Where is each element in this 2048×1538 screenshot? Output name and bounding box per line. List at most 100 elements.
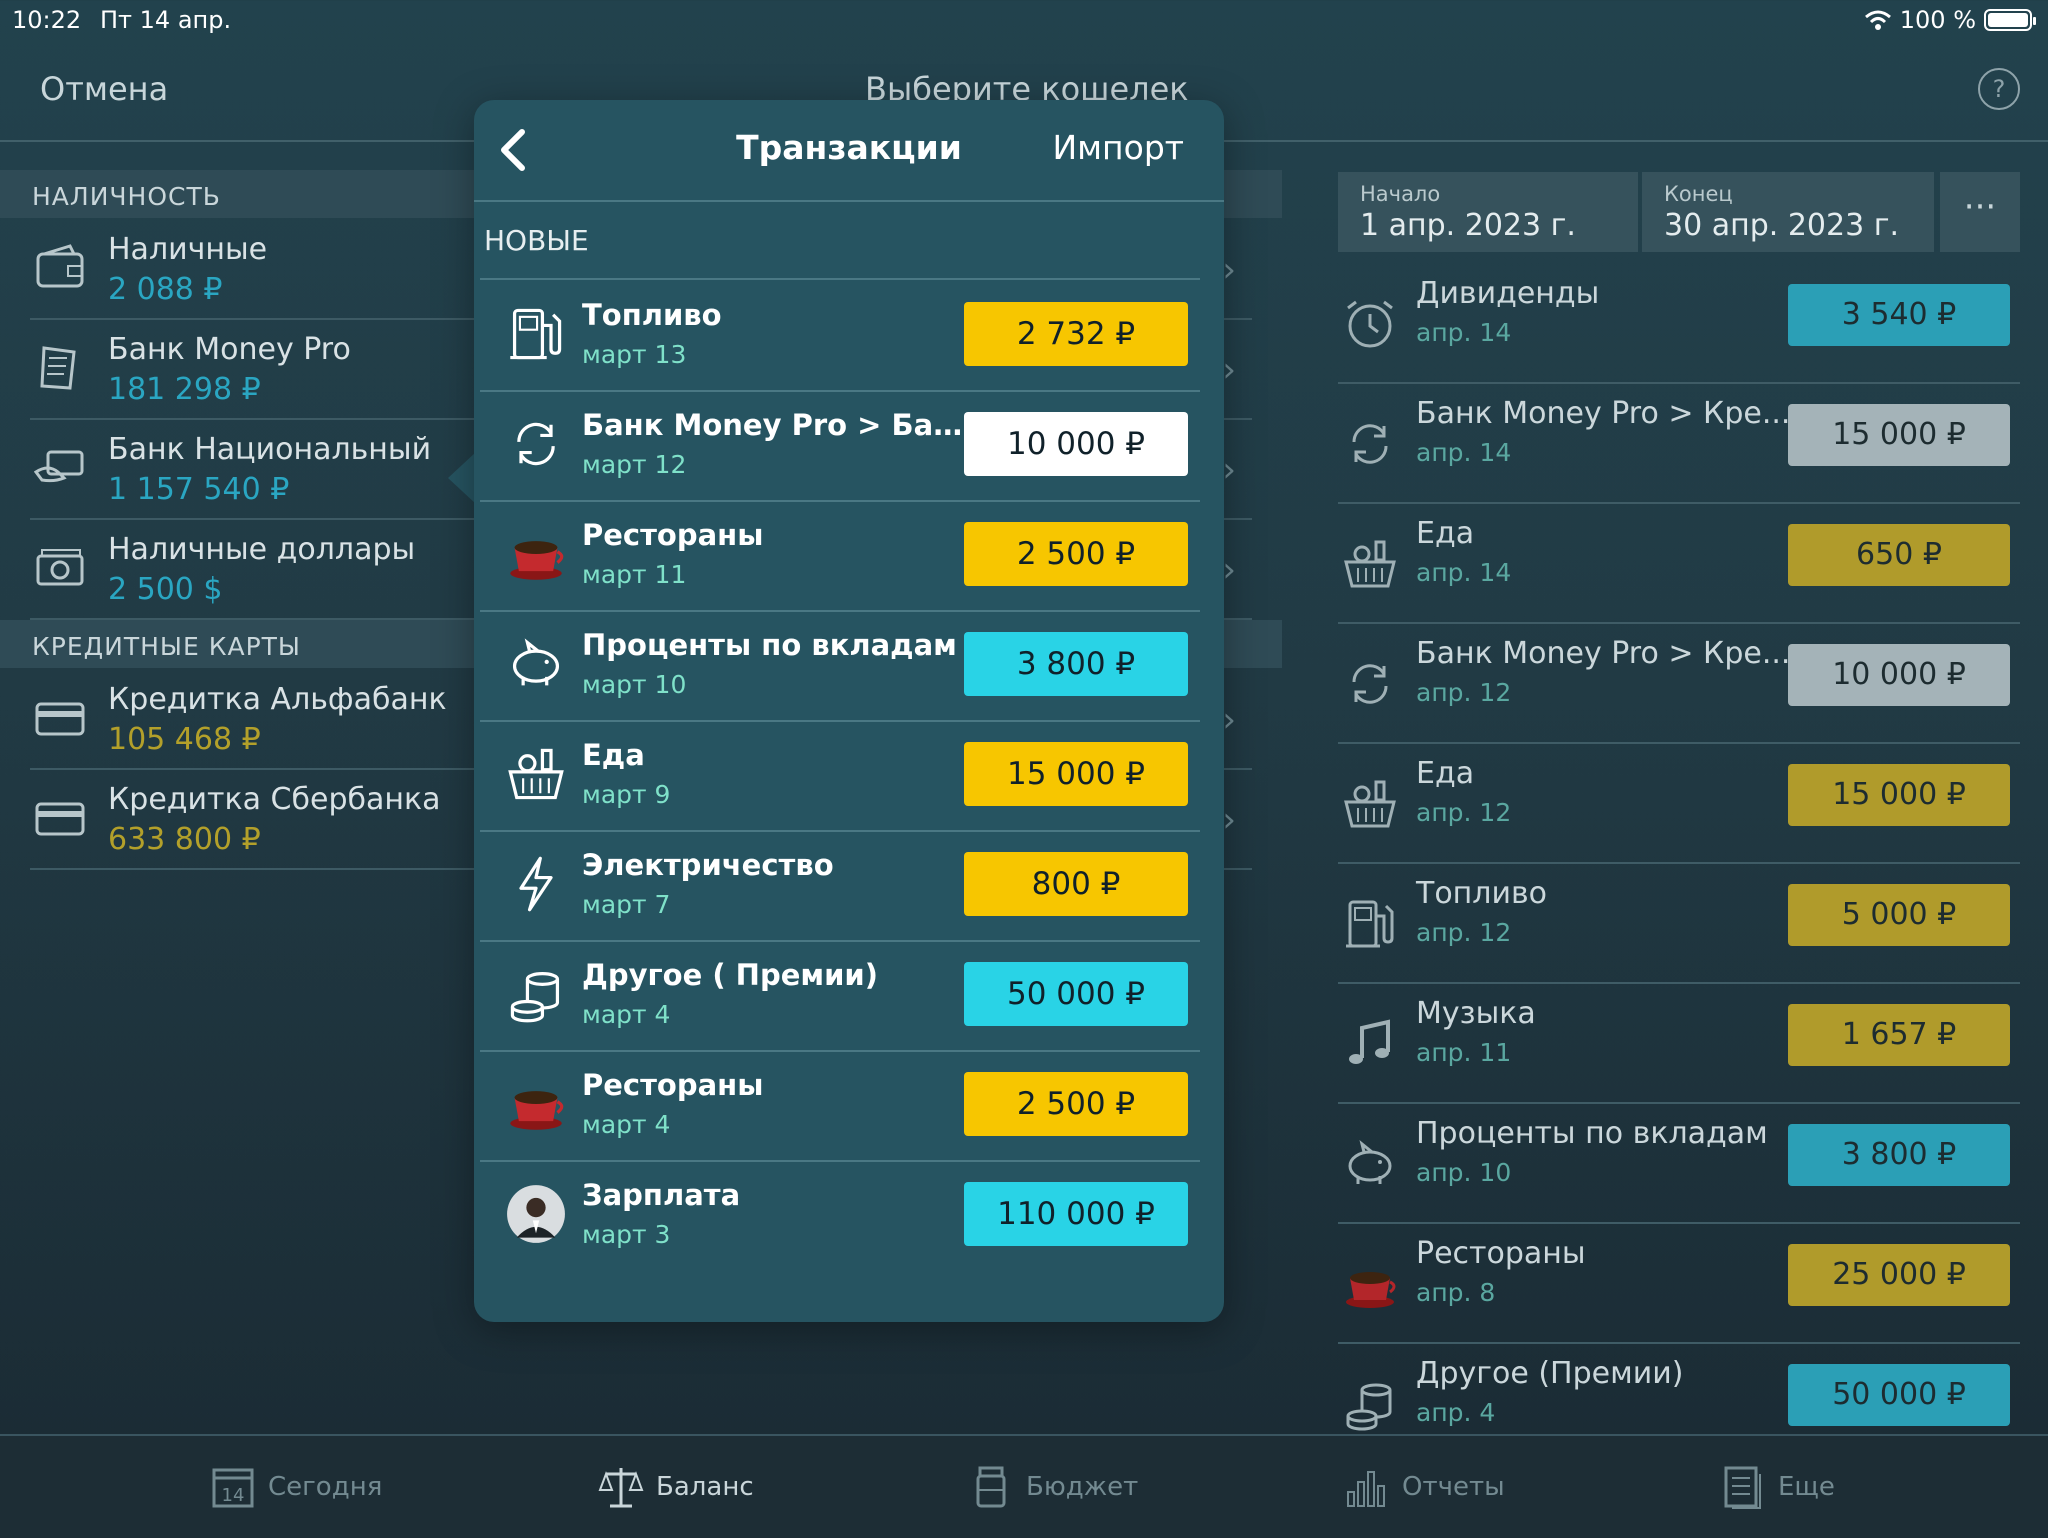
transaction-name: Еда — [1416, 516, 1475, 551]
tab-balance[interactable]: Баланс — [598, 1460, 754, 1514]
banknotes-icon — [36, 549, 84, 586]
transaction-name: Банк Money Pro > Кре... — [1416, 396, 1791, 431]
transaction-date: март 3 — [582, 1220, 671, 1249]
transfer-icon — [1352, 424, 1388, 464]
credit-card-icon — [35, 802, 85, 836]
transaction-row[interactable]: Банк Money Pro > Кре... апр. 12 10 000 ₽ — [1338, 622, 2020, 744]
tab-label: Еще — [1778, 1472, 1835, 1502]
transaction-name: Другое ( Премии) — [582, 958, 878, 992]
status-time: 10:22 — [12, 6, 82, 34]
start-date-value: 1 апр. 2023 г. — [1360, 208, 1576, 243]
import-transaction-row[interactable]: Рестораны март 4 2 500 ₽ — [480, 1050, 1200, 1162]
basket-icon — [1344, 780, 1396, 828]
wallet-name: Кредитка Альфабанк — [108, 682, 447, 717]
piggy-bank-icon — [1348, 1140, 1392, 1184]
basket-icon — [508, 748, 564, 800]
tab-today[interactable]: 14 Сегодня — [210, 1460, 382, 1514]
transaction-name: Зарплата — [582, 1178, 741, 1212]
lightning-icon — [519, 856, 553, 912]
transaction-date: апр. 10 — [1416, 1158, 1512, 1187]
import-transaction-row[interactable]: Топливо март 13 2 732 ₽ — [480, 280, 1200, 392]
transaction-date: апр. 14 — [1416, 318, 1512, 347]
transaction-amount: 10 000 ₽ — [1788, 644, 2010, 706]
wallet-balance: 633 800 ₽ — [108, 822, 261, 857]
tab-label: Бюджет — [1026, 1472, 1139, 1502]
transfer-icon — [1352, 664, 1388, 704]
transaction-name: Рестораны — [582, 1068, 764, 1102]
coins-icon — [510, 972, 560, 1023]
music-note-icon — [1349, 1019, 1390, 1064]
transaction-row[interactable]: Топливо апр. 12 5 000 ₽ — [1338, 862, 2020, 984]
transaction-amount: 1 657 ₽ — [1788, 1004, 2010, 1066]
wallet-balance: 2 088 ₽ — [108, 272, 223, 307]
transaction-amount: 2 732 ₽ — [964, 302, 1188, 366]
new-section-header: НОВЫЕ — [484, 224, 589, 257]
tab-more[interactable]: Еще — [1720, 1460, 1835, 1514]
transaction-row[interactable]: Банк Money Pro > Кре... апр. 14 15 000 ₽ — [1338, 382, 2020, 504]
import-transaction-row[interactable]: Проценты по вкладам март 10 3 800 ₽ — [480, 610, 1200, 722]
end-date-picker[interactable]: Конец 30 апр. 2023 г. — [1642, 172, 1934, 252]
transaction-date: март 11 — [582, 560, 687, 589]
wallet-name: Банк Национальный — [108, 432, 432, 467]
wallet-balance: 2 500 $ — [108, 572, 223, 607]
fuel-icon — [510, 308, 562, 360]
end-date-label: Конец — [1664, 182, 1733, 206]
tab-reports[interactable]: Отчеты — [1344, 1460, 1505, 1514]
transaction-name: Банк Money Pro > Кре... — [1416, 636, 1791, 671]
transaction-name: Дивиденды — [1416, 276, 1600, 311]
transaction-date: март 4 — [582, 1000, 671, 1029]
transaction-row[interactable]: Дивиденды апр. 14 3 540 ₽ — [1338, 262, 2020, 384]
jar-icon — [976, 1466, 1006, 1508]
chevron-right-icon: › — [1222, 350, 1236, 390]
transaction-row[interactable]: Другое (Премии) апр. 4 50 000 ₽ — [1338, 1342, 2020, 1432]
start-date-label: Начало — [1360, 182, 1441, 206]
tab-bar: 14 Сегодня Баланс Бюджет Отчеты Еще — [0, 1434, 2048, 1538]
transaction-amount: 50 000 ₽ — [1788, 1364, 2010, 1426]
cancel-button[interactable]: Отмена — [40, 70, 168, 108]
transaction-amount: 3 800 ₽ — [964, 632, 1188, 696]
transaction-row[interactable]: Проценты по вкладам апр. 10 3 800 ₽ — [1338, 1102, 2020, 1224]
alarm-clock-icon — [1347, 300, 1393, 348]
import-transaction-row[interactable]: Зарплата март 3 110 000 ₽ — [480, 1160, 1200, 1270]
tab-budget[interactable]: Бюджет — [968, 1460, 1138, 1514]
import-button[interactable]: Импорт — [1052, 128, 1184, 167]
transaction-date: апр. 4 — [1416, 1398, 1496, 1427]
document-icon — [1724, 1466, 1761, 1509]
transaction-amount: 50 000 ₽ — [964, 962, 1188, 1026]
start-date-picker[interactable]: Начало 1 апр. 2023 г. — [1338, 172, 1638, 252]
transaction-row[interactable]: Музыка апр. 11 1 657 ₽ — [1338, 982, 2020, 1104]
popover-arrow — [448, 452, 476, 504]
transaction-amount: 10 000 ₽ — [964, 412, 1188, 476]
transaction-amount: 2 500 ₽ — [964, 522, 1188, 586]
import-transaction-row[interactable]: Рестораны март 11 2 500 ₽ — [480, 500, 1200, 612]
transaction-name: Еда — [582, 738, 645, 772]
coffee-cup-icon — [1346, 1272, 1396, 1308]
help-button[interactable]: ? — [1978, 68, 2020, 110]
import-transaction-row[interactable]: Электричество март 7 800 ₽ — [480, 830, 1200, 942]
import-transaction-row[interactable]: Другое ( Премии) март 4 50 000 ₽ — [480, 940, 1200, 1052]
wifi-icon — [1864, 10, 1891, 30]
credit-card-icon — [35, 702, 85, 736]
wallet-balance: 181 298 ₽ — [108, 372, 261, 407]
transaction-amount: 110 000 ₽ — [964, 1182, 1188, 1246]
tab-label: Сегодня — [268, 1472, 383, 1502]
transaction-row[interactable]: Еда апр. 14 650 ₽ — [1338, 502, 2020, 624]
transaction-date: апр. 12 — [1416, 798, 1512, 827]
transaction-date: апр. 11 — [1416, 1038, 1512, 1067]
transaction-name: Электричество — [582, 848, 834, 882]
card-hand-icon — [34, 450, 84, 483]
more-options-button[interactable]: ··· — [1940, 172, 2020, 252]
transaction-amount: 2 500 ₽ — [964, 1072, 1188, 1136]
tab-label: Отчеты — [1402, 1472, 1505, 1502]
transaction-amount: 650 ₽ — [1788, 524, 2010, 586]
transaction-row[interactable]: Рестораны апр. 8 25 000 ₽ — [1338, 1222, 2020, 1344]
wallet-balance: 105 468 ₽ — [108, 722, 261, 757]
tab-label: Баланс — [656, 1472, 754, 1502]
import-transaction-row[interactable]: Еда март 9 15 000 ₽ — [480, 720, 1200, 832]
end-date-value: 30 апр. 2023 г. — [1664, 208, 1900, 243]
transaction-name: Топливо — [582, 298, 722, 332]
popover-header: Транзакции Импорт — [474, 100, 1224, 202]
transaction-row[interactable]: Еда апр. 12 15 000 ₽ — [1338, 742, 2020, 864]
transaction-amount: 3 540 ₽ — [1788, 284, 2010, 346]
import-transaction-row[interactable]: Банк Money Pro > Банк... март 12 10 000 … — [480, 390, 1200, 502]
